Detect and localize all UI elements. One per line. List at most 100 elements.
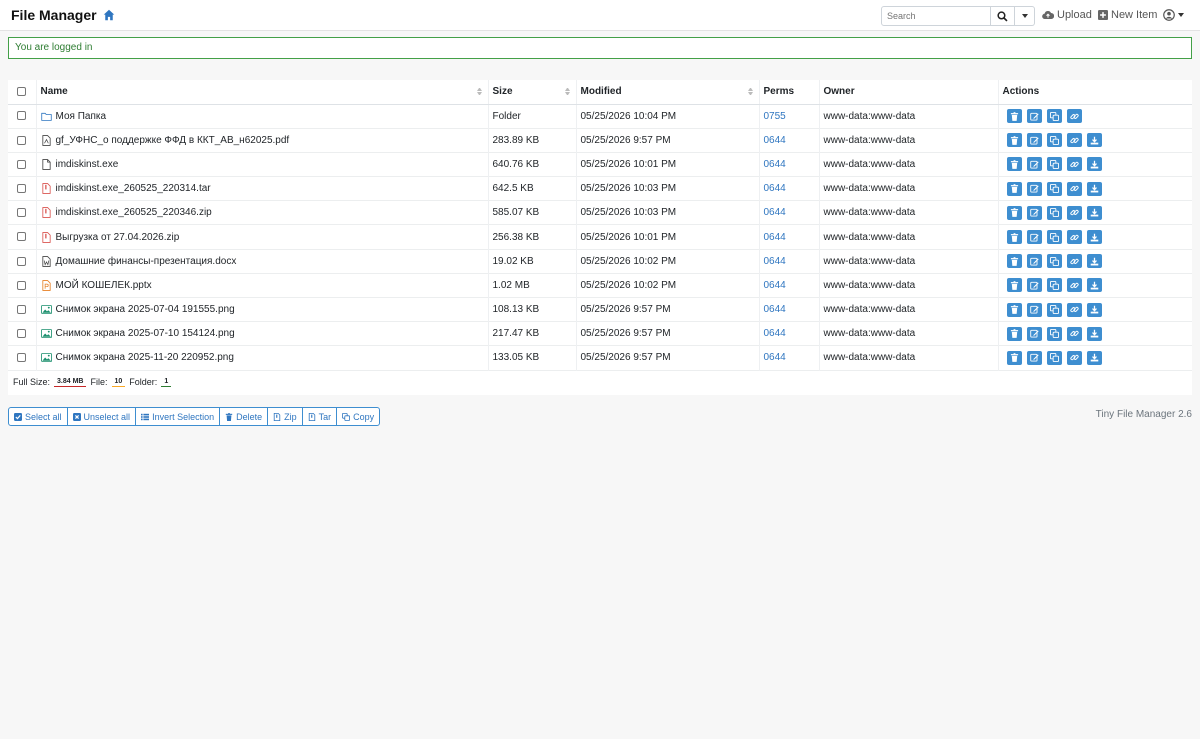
copy-action-button[interactable] [1046,230,1062,245]
delete-action-button[interactable] [1006,181,1022,196]
direct-link-action-button[interactable] [1066,302,1082,317]
download-action-button[interactable] [1086,181,1102,196]
direct-link-action-button[interactable] [1066,230,1082,245]
rename-action-button[interactable] [1026,302,1042,317]
direct-link-action-button[interactable] [1066,278,1082,293]
row-checkbox[interactable] [17,256,27,266]
user-menu[interactable] [1163,9,1184,21]
rename-action-button[interactable] [1026,157,1042,172]
download-action-button[interactable] [1086,326,1102,341]
file-name-link[interactable]: Снимок экрана 2025-07-04 191555.png [56,304,235,315]
download-action-button[interactable] [1086,205,1102,220]
download-action-button[interactable] [1086,230,1102,245]
copy-action-button[interactable] [1046,205,1062,220]
row-checkbox[interactable] [17,184,27,194]
copy-action-button[interactable] [1046,133,1062,148]
direct-link-action-button[interactable] [1066,181,1082,196]
search-button[interactable] [991,6,1015,26]
download-action-button[interactable] [1086,302,1102,317]
file-name-link[interactable]: imdiskinst.exe_260525_220346.zip [56,207,212,218]
direct-link-action-button[interactable] [1066,205,1082,220]
copy-button[interactable]: Copy [336,408,379,425]
download-action-button[interactable] [1086,133,1102,148]
direct-link-action-button[interactable] [1066,350,1082,365]
copy-action-button[interactable] [1046,157,1062,172]
file-perms-link[interactable]: 0644 [764,183,786,194]
file-name-link[interactable]: Снимок экрана 2025-11-20 220952.png [56,352,234,363]
upload-link[interactable]: Upload [1042,9,1092,21]
direct-link-action-button[interactable] [1066,326,1082,341]
file-perms-link[interactable]: 0644 [764,280,786,291]
rename-action-button[interactable] [1026,230,1042,245]
download-action-button[interactable] [1086,157,1102,172]
file-name-link[interactable]: МОЙ КОШЕЛЕК.pptx [56,280,152,291]
file-perms-link[interactable]: 0755 [764,111,786,122]
search-options-dropdown[interactable] [1015,6,1035,26]
header-modified[interactable]: Modified [575,80,759,105]
header-size[interactable]: Size [487,80,576,105]
file-perms-link[interactable]: 0644 [764,328,786,339]
file-perms-link[interactable]: 0644 [764,207,786,218]
copy-action-button[interactable] [1046,302,1062,317]
copy-action-button[interactable] [1046,350,1062,365]
file-name-link[interactable]: Моя Папка [56,111,107,122]
delete-action-button[interactable] [1006,302,1022,317]
file-perms-link[interactable]: 0644 [764,256,786,267]
unselect-all-button[interactable]: Unselect all [66,408,136,425]
row-checkbox[interactable] [17,329,27,339]
file-perms-link[interactable]: 0644 [764,135,786,146]
row-checkbox[interactable] [17,353,27,363]
direct-link-action-button[interactable] [1066,109,1082,124]
row-checkbox[interactable] [17,111,27,121]
app-title[interactable]: File Manager [11,7,97,23]
rename-action-button[interactable] [1026,109,1042,124]
new-item-link[interactable]: New Item [1098,9,1157,21]
row-checkbox[interactable] [17,304,27,314]
rename-action-button[interactable] [1026,205,1042,220]
select-all-checkbox[interactable] [17,87,27,97]
home-icon[interactable] [103,9,115,21]
direct-link-action-button[interactable] [1066,157,1082,172]
row-checkbox[interactable] [17,280,27,290]
invert-selection-button[interactable]: Invert Selection [135,408,219,425]
delete-action-button[interactable] [1006,157,1022,172]
rename-action-button[interactable] [1026,278,1042,293]
select-all-button[interactable]: Select all [9,408,67,425]
file-name-link[interactable]: gf_УФНС_о поддержке ФФД в ККТ_АВ_н62025.… [56,135,290,146]
row-checkbox[interactable] [17,232,27,242]
file-name-link[interactable]: imdiskinst.exe_260525_220314.tar [56,183,211,194]
file-name-link[interactable]: Домашние финансы-презентация.docx [56,256,237,267]
rename-action-button[interactable] [1026,133,1042,148]
download-action-button[interactable] [1086,278,1102,293]
download-action-button[interactable] [1086,350,1102,365]
search-input[interactable] [881,6,991,26]
file-perms-link[interactable]: 0644 [764,159,786,170]
file-perms-link[interactable]: 0644 [764,304,786,315]
direct-link-action-button[interactable] [1066,133,1082,148]
delete-action-button[interactable] [1006,326,1022,341]
row-checkbox[interactable] [17,135,27,145]
delete-action-button[interactable] [1006,230,1022,245]
zip-button[interactable]: Zip [267,408,302,425]
row-checkbox[interactable] [17,208,27,218]
header-name[interactable]: Name [35,80,488,105]
delete-button[interactable]: Delete [219,408,267,425]
download-action-button[interactable] [1086,254,1102,269]
file-name-link[interactable]: imdiskinst.exe [56,159,119,170]
file-name-link[interactable]: Снимок экрана 2025-07-10 154124.png [56,328,235,339]
delete-action-button[interactable] [1006,278,1022,293]
copy-action-button[interactable] [1046,278,1062,293]
tar-button[interactable]: Tar [301,408,337,425]
file-name-link[interactable]: Выгрузка от 27.04.2026.zip [56,232,180,243]
file-perms-link[interactable]: 0644 [764,232,786,243]
direct-link-action-button[interactable] [1066,254,1082,269]
delete-action-button[interactable] [1006,109,1022,124]
delete-action-button[interactable] [1006,205,1022,220]
rename-action-button[interactable] [1026,326,1042,341]
copy-action-button[interactable] [1046,326,1062,341]
copy-action-button[interactable] [1046,109,1062,124]
delete-action-button[interactable] [1006,350,1022,365]
rename-action-button[interactable] [1026,254,1042,269]
delete-action-button[interactable] [1006,254,1022,269]
delete-action-button[interactable] [1006,133,1022,148]
